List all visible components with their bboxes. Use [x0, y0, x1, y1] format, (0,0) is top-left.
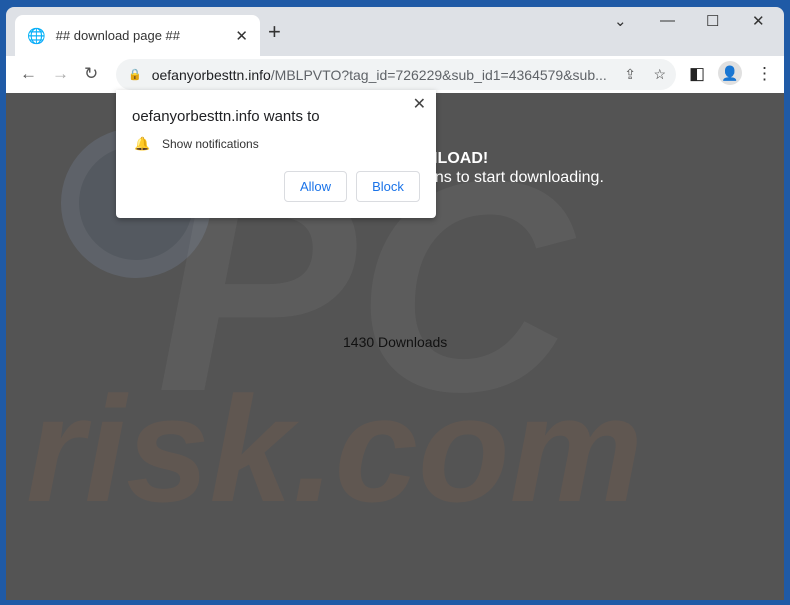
close-window-button[interactable]: ✕	[752, 12, 765, 30]
reload-icon[interactable]: ↻	[84, 64, 98, 84]
close-tab-icon[interactable]: ✕	[235, 27, 248, 45]
maximize-button[interactable]: ☐	[706, 12, 719, 30]
lock-icon: 🔒	[128, 69, 142, 81]
forward-icon[interactable]: →	[52, 64, 69, 84]
bell-icon: 🔔	[134, 136, 151, 151]
share-icon[interactable]: ⇪	[624, 66, 636, 83]
toolbar: ← → ↻ 🔒 oefanyorbesttn.info/MBLPVTO?tag_…	[6, 56, 784, 93]
side-panel-icon[interactable]: ◧	[689, 64, 705, 84]
back-icon[interactable]: ←	[20, 64, 37, 84]
tab-title: ## download page ##	[55, 28, 181, 43]
popup-title: oefanyorbesttn.info wants to	[132, 108, 320, 125]
block-button[interactable]: Block	[356, 171, 420, 202]
globe-icon: 🌐	[27, 27, 46, 45]
url-host: oefanyorbesttn.info	[151, 66, 271, 83]
url-path: /MBLPVTO?tag_id=726229&sub_id1=4364579&s…	[270, 66, 607, 83]
address-bar[interactable]: 🔒 oefanyorbesttn.info/MBLPVTO?tag_id=726…	[116, 59, 676, 90]
page-subtext: ons to start downloading.	[426, 169, 604, 186]
menu-icon[interactable]: ⋮	[756, 64, 773, 84]
permission-label: Show notifications	[162, 137, 259, 151]
allow-button[interactable]: Allow	[284, 171, 347, 202]
close-popup-icon[interactable]: ✕	[413, 94, 426, 114]
browser-tab[interactable]: 🌐 ## download page ## ✕	[15, 15, 260, 56]
notification-permission-popup: oefanyorbesttn.info wants to ✕ 🔔 Show no…	[116, 90, 436, 218]
profile-avatar-icon[interactable]: 👤	[718, 61, 742, 85]
new-tab-button[interactable]: +	[268, 19, 281, 45]
minimize-button[interactable]: —	[660, 12, 675, 29]
download-count: 1430 Downloads	[343, 334, 448, 350]
star-icon[interactable]: ☆	[653, 66, 666, 83]
tab-search-icon[interactable]: ⌄	[614, 12, 627, 30]
watermark-text: risk.com	[26, 365, 643, 533]
